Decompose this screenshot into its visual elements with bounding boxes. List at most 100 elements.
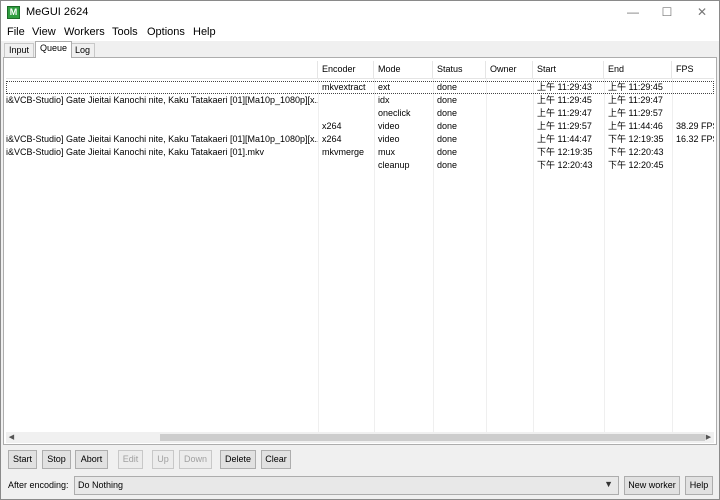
scroll-right-icon[interactable]: ▶	[703, 432, 714, 443]
abort-button[interactable]: Abort	[75, 450, 108, 469]
help-button[interactable]: Help	[685, 476, 713, 495]
after-encoding-select[interactable]: Do Nothing ▼	[74, 476, 619, 495]
mode-cell: video	[378, 121, 400, 131]
clear-button[interactable]: Clear	[261, 450, 291, 469]
start-cell: 上午 11:29:45	[537, 95, 592, 105]
queue-row[interactable]: cleanup done 下午 12:20:43 下午 12:20:45	[6, 159, 714, 172]
fps-cell: 16.32 FPS	[676, 134, 714, 144]
queue-list[interactable]: Encoder Mode Status Owner Start End FPS …	[6, 61, 714, 444]
owner-cell	[486, 159, 533, 172]
after-encoding-bar: After encoding: Do Nothing ▼ New worker …	[1, 474, 719, 498]
queue-button-bar: Start Stop Abort Edit Up Down Delete Cle…	[1, 450, 719, 472]
queue-row[interactable]: oneclick done 上午 11:29:47 上午 11:29:57	[6, 107, 714, 120]
job-name	[6, 120, 318, 133]
owner-cell	[486, 107, 533, 120]
tab-log[interactable]: Log	[70, 43, 96, 57]
menu-file[interactable]: File	[7, 26, 25, 38]
status-cell: done	[437, 108, 458, 118]
megui-window: M MeGUI 2624 — ☐ ✕ File View Workers Too…	[0, 0, 720, 500]
owner-cell	[486, 133, 533, 146]
start-button[interactable]: Start	[8, 450, 37, 469]
stop-button[interactable]: Stop	[42, 450, 71, 469]
start-cell: 上午 11:29:47	[537, 108, 592, 118]
status-cell: done	[437, 160, 458, 170]
mode-cell: mux	[378, 147, 396, 157]
megui-app-icon: M	[7, 6, 20, 19]
start-cell: 上午 11:44:47	[537, 134, 592, 144]
job-name	[6, 107, 318, 120]
fps-cell	[672, 146, 714, 159]
encoder-cell	[318, 94, 374, 107]
queue-row[interactable]: mkvextract ext done 上午 11:29:43 上午 11:29…	[6, 81, 714, 94]
column-header-start[interactable]: Start	[533, 61, 604, 79]
start-cell: 下午 12:19:35	[537, 147, 593, 157]
menu-bar: File View Workers Tools Options Help	[1, 24, 719, 41]
owner-cell	[486, 81, 533, 94]
owner-cell	[486, 146, 533, 159]
end-cell: 下午 12:20:43	[608, 147, 664, 157]
end-cell: 上午 11:44:46	[608, 121, 663, 131]
up-button[interactable]: Up	[152, 450, 174, 469]
fps-cell	[672, 81, 714, 94]
status-cell: done	[437, 134, 458, 144]
title-bar: M MeGUI 2624 — ☐ ✕	[1, 1, 719, 24]
tab-queue[interactable]: Queue	[35, 41, 73, 58]
job-name: i&VCB-Studio] Gate Jieitai Kanochi nite,…	[6, 134, 318, 144]
fps-cell: 38.29 FPS	[676, 121, 714, 131]
column-header-end[interactable]: End	[604, 61, 672, 79]
encoder-cell	[318, 107, 374, 120]
menu-help[interactable]: Help	[193, 26, 216, 38]
minimize-button[interactable]: —	[616, 1, 650, 24]
menu-workers[interactable]: Workers	[64, 26, 105, 38]
column-header-owner[interactable]: Owner	[486, 61, 533, 79]
end-cell: 下午 12:19:35	[608, 134, 664, 144]
edit-button[interactable]: Edit	[118, 450, 143, 469]
encoder-cell: mkvextract	[322, 82, 366, 92]
queue-row[interactable]: i&VCB-Studio] Gate Jieitai Kanochi nite,…	[6, 133, 714, 146]
start-cell: 上午 11:29:57	[537, 121, 592, 131]
encoder-cell: mkvmerge	[322, 147, 365, 157]
scrollbar-thumb[interactable]	[160, 434, 705, 441]
column-header-fps[interactable]: FPS	[672, 61, 714, 79]
status-cell: done	[437, 147, 458, 157]
status-cell: done	[437, 82, 458, 92]
menu-tools[interactable]: Tools	[112, 26, 138, 38]
start-cell: 下午 12:20:43	[537, 160, 593, 170]
queue-panel: Encoder Mode Status Owner Start End FPS …	[3, 57, 717, 445]
tab-strip: Input Queue Log	[1, 41, 719, 58]
owner-cell	[486, 94, 533, 107]
fps-cell	[672, 94, 714, 107]
after-encoding-label: After encoding:	[8, 480, 69, 490]
down-button[interactable]: Down	[179, 450, 212, 469]
mode-cell: cleanup	[378, 160, 410, 170]
column-header-mode[interactable]: Mode	[374, 61, 433, 79]
end-cell: 上午 11:29:45	[608, 82, 663, 92]
queue-row[interactable]: x264 video done 上午 11:29:57 上午 11:44:46 …	[6, 120, 714, 133]
horizontal-scrollbar[interactable]: ◀ ▶	[6, 432, 714, 443]
mode-cell: ext	[378, 82, 391, 92]
scroll-left-icon[interactable]: ◀	[6, 432, 17, 443]
encoder-cell: x264	[322, 121, 342, 131]
after-encoding-value: Do Nothing	[78, 480, 124, 490]
delete-button[interactable]: Delete	[220, 450, 256, 469]
menu-view[interactable]: View	[32, 26, 56, 38]
maximize-button[interactable]: ☐	[650, 1, 684, 24]
encoder-cell: x264	[322, 134, 342, 144]
job-name	[6, 159, 318, 172]
job-name: i&VCB-Studio] Gate Jieitai Kanochi nite,…	[6, 95, 318, 105]
menu-options[interactable]: Options	[147, 26, 185, 38]
close-button[interactable]: ✕	[685, 1, 719, 24]
chevron-down-icon: ▼	[604, 479, 613, 489]
tab-input[interactable]: Input	[4, 43, 35, 57]
column-header-status[interactable]: Status	[433, 61, 486, 79]
new-worker-button[interactable]: New worker	[624, 476, 680, 495]
window-title: MeGUI 2624	[26, 6, 89, 18]
column-header-encoder[interactable]: Encoder	[318, 61, 374, 79]
end-cell: 上午 11:29:57	[608, 108, 663, 118]
mode-cell: video	[378, 134, 400, 144]
job-name	[6, 81, 318, 94]
start-cell: 上午 11:29:43	[537, 82, 592, 92]
column-header-job[interactable]	[6, 61, 318, 79]
queue-row[interactable]: i&VCB-Studio] Gate Jieitai Kanochi nite,…	[6, 94, 714, 107]
queue-row[interactable]: i&VCB-Studio] Gate Jieitai Kanochi nite,…	[6, 146, 714, 159]
